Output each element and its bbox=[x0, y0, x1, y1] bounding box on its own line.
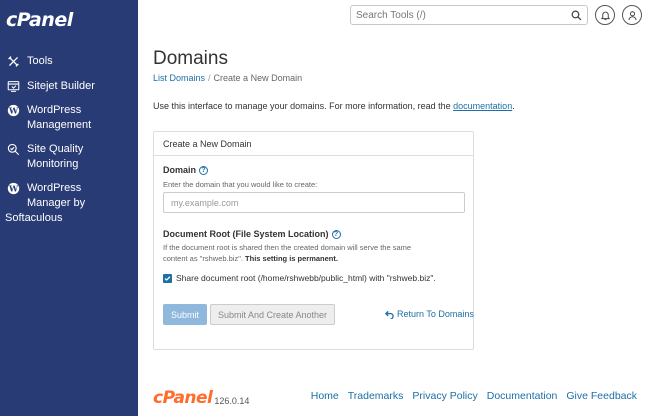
permanent-warning: This setting is permanent. bbox=[245, 254, 338, 263]
intro-text-body: Use this interface to manage your domain… bbox=[153, 101, 454, 111]
site-quality-icon bbox=[6, 142, 21, 157]
cpanel-logo[interactable]: cPanel bbox=[6, 9, 73, 31]
breadcrumb-separator: / bbox=[208, 73, 211, 83]
sidebar-item-tools[interactable]: Tools bbox=[0, 54, 57, 69]
checkmark-icon bbox=[164, 275, 171, 281]
share-docroot-row: Share document root (/home/rshwebb/publi… bbox=[163, 273, 436, 283]
return-to-domains-link[interactable]: Return To Domains bbox=[385, 309, 474, 319]
sidebar-item-softaculous[interactable]: W WordPress Manager by Softaculous bbox=[0, 181, 138, 226]
svg-text:W: W bbox=[8, 105, 19, 115]
help-icon[interactable]: ? bbox=[199, 165, 209, 175]
intro-text: Use this interface to manage your domain… bbox=[153, 101, 515, 111]
sidebar-item-label: Monitoring bbox=[27, 158, 79, 170]
footer-link-trademarks[interactable]: Trademarks bbox=[348, 390, 404, 402]
topbar bbox=[138, 0, 650, 30]
documentation-link[interactable]: documentation bbox=[453, 101, 512, 111]
wordpress-icon: W bbox=[6, 103, 21, 118]
share-docroot-label: Share document root (/home/rshwebb/publi… bbox=[176, 273, 436, 283]
submit-and-create-another-button[interactable]: Submit And Create Another bbox=[210, 304, 335, 325]
user-icon bbox=[627, 10, 637, 20]
tools-icon bbox=[6, 54, 21, 69]
footer-link-privacy-policy[interactable]: Privacy Policy bbox=[412, 390, 477, 402]
notifications-button[interactable] bbox=[595, 5, 615, 25]
domain-hint: Enter the domain that you would like to … bbox=[163, 180, 318, 189]
docroot-label: Document Root (File System Location)? bbox=[163, 229, 341, 239]
sidebar-item-wordpress-management[interactable]: W WordPress Management bbox=[0, 103, 95, 133]
footer-cpanel-logo: cPanel 126.0.14 bbox=[153, 390, 249, 407]
share-docroot-checkbox[interactable] bbox=[163, 273, 172, 283]
docroot-label-text: Document Root (File System Location) bbox=[163, 229, 329, 239]
footer-logo-word: cPanel bbox=[153, 388, 213, 408]
sidebar-item-label: Softaculous bbox=[5, 212, 63, 224]
domain-input[interactable] bbox=[163, 192, 465, 213]
domain-label-text: Domain bbox=[163, 165, 197, 175]
footer-links: Home Trademarks Privacy Policy Documenta… bbox=[302, 390, 637, 402]
docroot-hint-text: content as "rshweb.biz". bbox=[163, 254, 246, 263]
user-menu-button[interactable] bbox=[622, 5, 642, 25]
wordpress-icon: W bbox=[6, 181, 21, 196]
panel-title: Create a New Domain bbox=[154, 132, 473, 156]
sidebar: cPanel Tools Sitejet Builder W WordPress… bbox=[0, 0, 138, 416]
footer-link-give-feedback[interactable]: Give Feedback bbox=[566, 390, 637, 402]
create-domain-panel: Create a New Domain Domain? Enter the do… bbox=[153, 131, 474, 350]
page-title: Domains bbox=[153, 48, 228, 69]
sidebar-item-label: WordPress bbox=[27, 182, 82, 194]
help-icon[interactable]: ? bbox=[331, 229, 341, 239]
sidebar-item-label: WordPress bbox=[27, 104, 82, 116]
domain-label: Domain? bbox=[163, 165, 209, 175]
sitejet-icon bbox=[6, 79, 21, 94]
submit-button[interactable]: Submit bbox=[163, 304, 207, 325]
cpanel-version: 126.0.14 bbox=[214, 396, 250, 406]
search-box bbox=[350, 5, 588, 25]
sidebar-item-label: Site Quality bbox=[27, 143, 84, 155]
sidebar-item-label: Sitejet Builder bbox=[27, 80, 95, 92]
svg-text:W: W bbox=[8, 183, 19, 193]
docroot-hint-line1: If the document root is shared then the … bbox=[163, 243, 412, 252]
return-to-domains-label: Return To Domains bbox=[397, 309, 474, 319]
breadcrumb: List Domains / Create a New Domain bbox=[153, 73, 302, 83]
footer-link-home[interactable]: Home bbox=[311, 390, 339, 402]
sidebar-item-label: Tools bbox=[27, 55, 53, 67]
docroot-hint-line2: content as "rshweb.biz". This setting is… bbox=[163, 253, 338, 264]
bell-icon bbox=[600, 11, 610, 20]
intro-text-end: . bbox=[512, 101, 515, 111]
breadcrumb-list-domains[interactable]: List Domains bbox=[153, 73, 205, 83]
sidebar-item-site-quality[interactable]: Site Quality Monitoring bbox=[0, 142, 87, 172]
search-input[interactable] bbox=[351, 6, 561, 24]
sidebar-item-sitejet[interactable]: Sitejet Builder bbox=[0, 79, 99, 94]
sidebar-item-label: Management bbox=[27, 119, 92, 131]
sidebar-item-label: Manager by bbox=[27, 197, 86, 209]
return-arrow-icon bbox=[385, 310, 394, 319]
search-icon[interactable] bbox=[571, 10, 582, 21]
footer-link-documentation[interactable]: Documentation bbox=[487, 390, 558, 402]
breadcrumb-current: Create a New Domain bbox=[213, 73, 303, 83]
